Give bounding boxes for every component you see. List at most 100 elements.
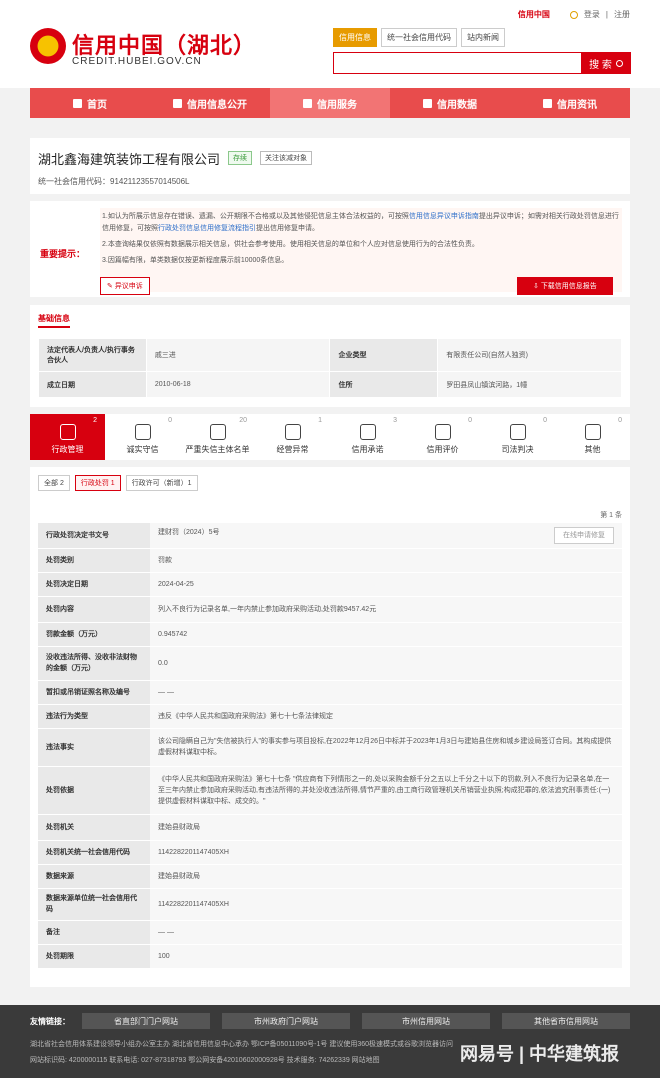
- field-value: 1142282201147405XH: [150, 888, 622, 921]
- notice-line-1: 1.如认为所展示信息存在错误、遗漏、公开期限不合格或以及其他侵犯信息主体合法权益…: [102, 211, 622, 235]
- field-value: — —: [150, 920, 622, 945]
- field-label: 违法事实: [38, 728, 150, 767]
- warning-seal-icon: [209, 424, 226, 440]
- table-row: 没收违法所得、没收非法财物的金额（万元） 0.0: [38, 646, 622, 681]
- tab-honesty[interactable]: 0 诚实守信: [105, 414, 180, 460]
- company-name: 湖北鑫海建筑装饰工程有限公司: [38, 152, 221, 167]
- search-icon: [615, 59, 623, 67]
- field-value: 0.945742: [150, 622, 622, 647]
- nav-credit-data[interactable]: 信用数据: [390, 88, 510, 118]
- table-row: 暂扣或吊销证照名称及编号 — —: [38, 680, 622, 705]
- footer-line-2: 网站标识码: 4200000115 联系电话: 027-87318793 鄂公网…: [30, 1057, 380, 1064]
- friend-links-label: 友情链接：: [30, 1016, 70, 1026]
- user-icon: [569, 10, 578, 19]
- company-card: 湖北鑫海建筑装饰工程有限公司 存续 关注该减对象 统一社会信用代码：914211…: [30, 138, 630, 194]
- tab-other[interactable]: 0 其他: [555, 414, 630, 460]
- table-row: 数据来源单位统一社会信用代码 1142282201147405XH: [38, 888, 622, 921]
- link-select-other-province[interactable]: 其他省市信用网站: [502, 1013, 630, 1029]
- topbar-separator: |: [605, 10, 608, 19]
- search-input[interactable]: [333, 52, 581, 74]
- field-value: 该公司隐瞒自己为"失信被执行人"的事实参与项目投标,在2022年12月26日中标…: [150, 728, 622, 767]
- scales-icon: [284, 424, 301, 440]
- follow-button[interactable]: 关注该减对象: [260, 151, 312, 165]
- field-label: 住所: [329, 371, 439, 398]
- promise-icon: [359, 424, 376, 440]
- nav-credit-service[interactable]: 信用服务: [270, 88, 390, 118]
- chart-icon: [423, 98, 432, 108]
- table-row: 违法行为类型 违反《中华人民共和国政府采购法》第七十七条法律规定: [38, 704, 622, 729]
- objection-button[interactable]: ✎ 异议申诉: [100, 277, 150, 295]
- search-button[interactable]: 搜 索: [581, 52, 631, 74]
- subtab-license[interactable]: 行政许可（新增）1: [125, 475, 198, 491]
- field-value-text: 建财罚（2024）5号: [158, 528, 220, 536]
- nav-credit-disclosure[interactable]: 信用信息公开: [150, 88, 270, 118]
- link-select-city-gov[interactable]: 市州政府门户网站: [222, 1013, 350, 1029]
- news-icon: [543, 98, 552, 108]
- table-row: 处罚决定日期 2024-04-25: [38, 572, 622, 597]
- tab-judicial[interactable]: 0 司法判决: [480, 414, 555, 460]
- main-nav: 首页 信用信息公开 信用服务 信用数据 信用资讯: [30, 88, 630, 118]
- search-tab-credit-info[interactable]: 信用信息: [333, 28, 377, 47]
- national-emblem-logo[interactable]: [30, 28, 66, 64]
- service-icon: [303, 98, 312, 108]
- tab-count: 0: [543, 417, 547, 424]
- tab-count: 0: [468, 417, 472, 424]
- field-value: — —: [150, 680, 622, 705]
- tab-label: 信用承诺: [351, 445, 384, 454]
- field-value: 建始县财政局: [150, 864, 622, 889]
- field-label: 成立日期: [38, 371, 147, 398]
- table-row: 处罚内容 列入不良行为记录名单,一年内禁止参加政府采购活动,处罚款9457.42元: [38, 596, 622, 623]
- register-link[interactable]: 注册: [614, 9, 630, 20]
- subtab-all[interactable]: 全部 2: [38, 475, 70, 491]
- evaluation-icon: [434, 424, 451, 440]
- field-label: 企业类型: [329, 338, 439, 372]
- notice-line-2: 2.本查询结果仅依照有数据展示相关信息，供社会参考使用。使用相关信息的单位和个人…: [102, 241, 479, 248]
- tab-label: 行政管理: [51, 445, 84, 454]
- notice-label: 重要提示：: [40, 249, 86, 259]
- link-select-city-credit[interactable]: 市州信用网站: [362, 1013, 490, 1029]
- tab-count: 1: [318, 417, 322, 424]
- tab-credit-commitment[interactable]: 3 信用承诺: [330, 414, 405, 460]
- download-button-label: 下载信用信息报告: [540, 283, 597, 290]
- field-value: 0.0: [150, 646, 622, 681]
- nav-credit-news-label: 信用资讯: [557, 99, 597, 111]
- edit-icon: ✎: [107, 283, 115, 290]
- nav-home[interactable]: 首页: [30, 88, 150, 118]
- field-value: 2010-06-18: [145, 371, 331, 398]
- tab-count: 2: [93, 417, 97, 424]
- top-bar: 信用中国 登录 | 注册: [0, 0, 660, 28]
- download-report-button[interactable]: ⇩ 下载信用信息报告: [517, 277, 613, 295]
- tab-label: 经营异常: [276, 445, 309, 454]
- tab-administrative[interactable]: 2 行政管理: [30, 414, 105, 460]
- search-tab-news[interactable]: 站内新闻: [461, 28, 505, 47]
- search-tab-credit-code[interactable]: 统一社会信用代码: [381, 28, 457, 47]
- topbar-brand-link[interactable]: 信用中国: [518, 9, 550, 20]
- login-link[interactable]: 登录: [584, 9, 600, 20]
- field-label: 行政处罚决定书文号: [38, 523, 150, 549]
- table-row: 处罚机关统一社会信用代码 114228220114740​5XH: [38, 840, 622, 865]
- table-row: 法定代表人/负责人/执行事务合伙人 戚三进 企业类型 有限责任公司(自然人独资): [38, 338, 622, 372]
- nav-credit-news[interactable]: 信用资讯: [510, 88, 630, 118]
- basic-info-section: 基础信息 法定代表人/负责人/执行事务合伙人 戚三进 企业类型 有限责任公司(自…: [30, 305, 630, 407]
- online-repair-button[interactable]: 在线申请修复: [554, 526, 614, 544]
- objection-guide-link[interactable]: 信用信息异议申诉指南: [409, 213, 479, 220]
- tab-abnormal-operation[interactable]: 1 经营异常: [255, 414, 330, 460]
- nav-home-label: 首页: [87, 99, 107, 111]
- repair-process-link[interactable]: 行政处罚信息信用修复流程: [158, 225, 242, 232]
- subtab-penalty[interactable]: 行政处罚 1: [74, 475, 121, 491]
- field-label: 处罚依据: [38, 766, 150, 815]
- tab-count: 20: [239, 417, 247, 424]
- field-value: 2024-04-25: [150, 572, 622, 597]
- category-tabs: 2 行政管理 0 诚实守信 20 严重失信主体名单 1 经营异常 3 信用承诺 0 信用评价…: [30, 414, 630, 460]
- field-value: 建始县财政局: [150, 814, 622, 841]
- link-select-provincial[interactable]: 省直部门门户网站: [82, 1013, 210, 1029]
- records-section: 全部 2 行政处罚 1 行政许可（新增）1 第 1 条 行政处罚决定书文号 建财罚…: [30, 467, 630, 987]
- alarm-icon: [509, 424, 526, 440]
- table-row: 违法事实 该公司隐瞒自己为"失信被执行人"的事实参与项目投标,在2022年12月2…: [38, 728, 622, 767]
- guide-link[interactable]: 指引: [242, 225, 256, 232]
- tab-dishonest-list[interactable]: 20 严重失信主体名单: [180, 414, 255, 460]
- table-row: 数据来源 建始县财政局: [38, 864, 622, 889]
- tab-count: 3: [393, 417, 397, 424]
- tab-credit-evaluation[interactable]: 0 信用评价: [405, 414, 480, 460]
- field-value: 建财罚（2024）5号 在线申请修复: [150, 523, 622, 549]
